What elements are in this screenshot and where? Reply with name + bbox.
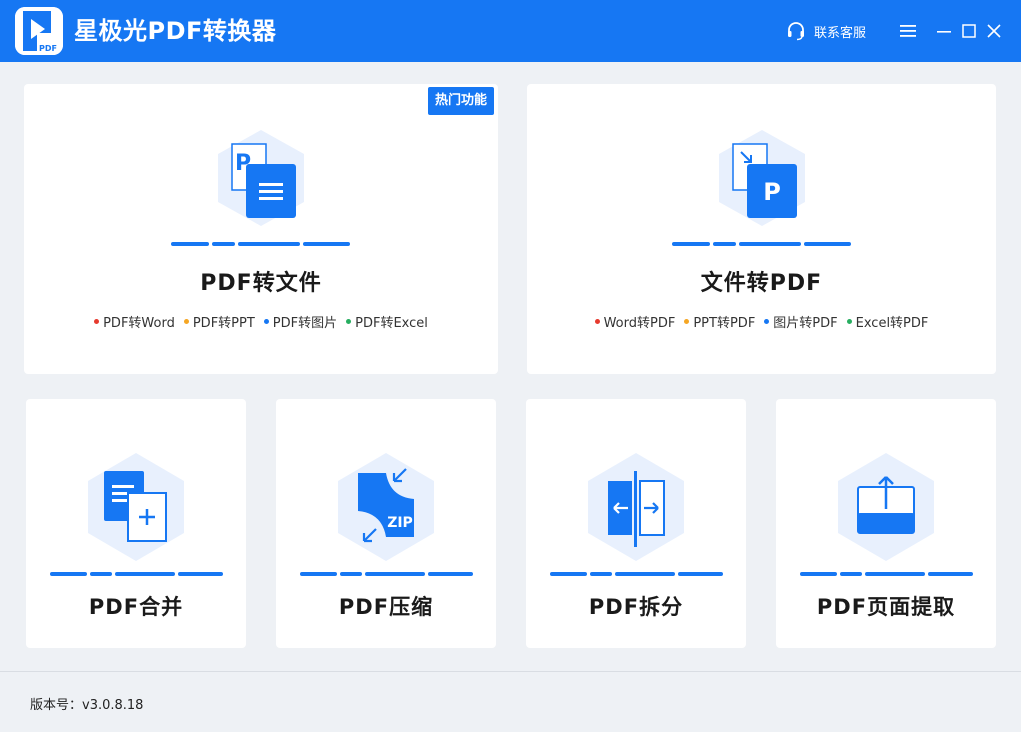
feature-item: PDF转PPT: [183, 312, 255, 331]
feature-item: PDF转图片: [263, 312, 337, 331]
split-icon: [584, 451, 688, 563]
svg-text:ZIP: ZIP: [387, 515, 413, 531]
pdf-to-file-card[interactable]: 热门功能 P PDF转文件 PDF转Word PDF转PPT PDF转图片 PD…: [24, 84, 498, 374]
card-underline: [50, 572, 223, 576]
version-label: 版本号：v3.0.8.18: [30, 698, 144, 713]
feature-item: 图片转PDF: [764, 312, 838, 331]
extract-icon: [834, 451, 938, 563]
maximize-button[interactable]: [958, 20, 980, 42]
feature-item: PDF转Excel: [346, 312, 428, 331]
svg-text:PDF: PDF: [39, 44, 57, 53]
card-underline: [300, 572, 473, 576]
customer-support-button[interactable]: 联系客服: [786, 20, 866, 42]
hamburger-menu-icon: [900, 25, 916, 37]
pdf-split-title: PDF拆分: [588, 595, 684, 619]
app-logo-icon: PDF: [15, 7, 63, 55]
pdf-split-card[interactable]: PDF拆分: [526, 399, 746, 648]
pdf-compress-card[interactable]: ZIP PDF压缩: [276, 399, 496, 648]
pdf-extract-title: PDF页面提取: [816, 595, 956, 619]
minimize-icon: [937, 31, 951, 33]
card-underline: [550, 572, 723, 576]
pdf-merge-title: PDF合并: [88, 595, 184, 619]
maximize-icon: [962, 24, 976, 38]
card-underline: [671, 242, 851, 246]
pdf-merge-card[interactable]: PDF合并: [26, 399, 246, 648]
pdf-to-file-title: PDF转文件: [200, 271, 322, 296]
feature-item: Excel转PDF: [846, 312, 928, 331]
app-logo: PDF: [15, 7, 63, 55]
headset-icon: [788, 22, 804, 41]
card-underline: [800, 572, 973, 576]
file-to-pdf-title: 文件转PDF: [700, 271, 823, 296]
pdf-compress-title: PDF压缩: [338, 595, 434, 619]
card-underline: [171, 242, 350, 246]
minimize-button[interactable]: [933, 20, 955, 42]
menu-button[interactable]: [897, 20, 919, 42]
feature-item: PDF转Word: [94, 312, 175, 331]
title-bar: PDF 星极光PDF转换器 联系客服: [0, 0, 1021, 62]
pdf-to-file-features: PDF转Word PDF转PPT PDF转图片 PDF转Excel: [24, 312, 498, 331]
hot-feature-badge: 热门功能: [427, 87, 494, 115]
footer-divider: [0, 671, 1021, 672]
close-button[interactable]: [983, 20, 1005, 42]
feature-item: Word转PDF: [594, 312, 675, 331]
customer-support-label: 联系客服: [814, 25, 867, 41]
pdf-extract-card[interactable]: PDF页面提取: [776, 399, 996, 648]
feature-item: PPT转PDF: [684, 312, 755, 331]
svg-text:P: P: [763, 178, 781, 206]
app-title: 星极光PDF转换器: [74, 17, 277, 45]
file-to-pdf-card[interactable]: P 文件转PDF Word转PDF PPT转PDF 图片转PDF Excel转P…: [527, 84, 996, 374]
file-to-pdf-icon: P: [707, 128, 817, 228]
close-icon: [987, 24, 1001, 38]
compress-icon: ZIP: [334, 451, 438, 563]
pdf-to-file-icon: P: [206, 128, 316, 228]
merge-icon: [84, 451, 188, 563]
file-to-pdf-features: Word转PDF PPT转PDF 图片转PDF Excel转PDF: [527, 312, 996, 331]
